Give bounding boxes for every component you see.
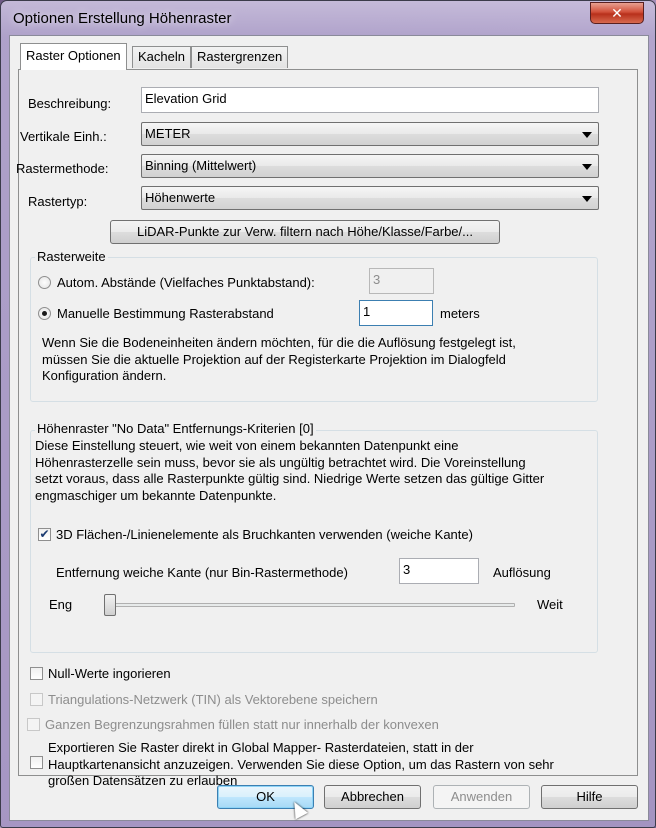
dialog-client-area: Raster Optionen Kacheln Rastergrenzen Be… [9,35,649,821]
manual-spacing-label: Manuelle Bestimmung Rasterabstand [57,306,274,321]
chevron-down-icon [582,196,592,202]
vertical-units-value: METER [145,126,191,141]
vertical-units-label: Vertikale Einh.: [20,129,107,144]
auto-spacing-input[interactable]: 3 [369,268,434,294]
tab-tiles[interactable]: Kacheln [132,46,191,68]
slider-min-label: Eng [49,597,73,612]
fill-bounds-label: Ganzen Begrenzungsrahmen füllen statt nu… [45,717,439,732]
window-title: Optionen Erstellung Höhenraster [13,10,232,27]
fill-bounds-checkbox[interactable] [27,718,40,731]
null-values-label: Null-Werte ingorieren [48,666,171,681]
close-icon: ✕ [611,5,623,21]
grid-type-value: Höhenwerte [145,190,216,205]
tab-raster-options[interactable]: Raster Optionen [20,43,127,70]
grid-method-value: Binning (Mittelwert) [145,158,257,173]
manual-spacing-input[interactable]: 1 [359,300,433,326]
auto-spacing-radio[interactable] [38,276,51,289]
grid-type-label: Rastertyp: [28,194,88,209]
soft-edge-unit-label: Auflösung [493,565,551,580]
tab-panel: Beschreibung: Elevation Grid Vertikale E… [16,69,638,788]
spacing-unit-label: meters [440,306,480,321]
soft-edge-label: Entfernung weiche Kante (nur Bin-Rasterm… [56,565,348,580]
vertical-units-select[interactable]: METER [141,122,599,146]
grid-method-select[interactable]: Binning (Mittelwert) [141,154,599,178]
null-values-checkbox[interactable] [30,667,43,680]
chevron-down-icon [582,164,592,170]
description-label: Beschreibung: [28,96,112,111]
grid-method-label: Rastermethode: [16,161,109,176]
lidar-filter-button[interactable]: LiDAR-Punkte zur Verw. filtern nach Höhe… [110,220,500,244]
grid-type-select[interactable]: Höhenwerte [141,186,599,210]
tin-checkbox[interactable] [30,693,43,706]
soft-edge-slider-track[interactable] [104,603,515,607]
export-direct-label: Exportieren Sie Raster direkt in Global … [48,740,554,788]
close-button[interactable]: ✕ [590,2,644,24]
chevron-down-icon [582,132,592,138]
breakline-label: 3D Flächen-/Linienelemente als Bruchkant… [56,527,473,542]
nodata-description: Diese Einstellung steuert, wie weit von … [35,438,545,503]
slider-max-label: Weit [537,597,563,612]
manual-spacing-radio[interactable] [38,307,51,320]
soft-edge-input[interactable]: 3 [399,558,479,584]
tab-grid-bounds[interactable]: Rastergrenzen [191,46,289,68]
soft-edge-slider-thumb[interactable] [104,594,116,616]
export-direct-checkbox[interactable] [30,756,43,769]
dialog-window: Optionen Erstellung Höhenraster ✕ Raster… [0,0,656,828]
nodata-group-title: Höhenraster "No Data" Entfernungs-Kriter… [35,421,316,436]
spacing-group-title: Rasterweite [35,249,108,264]
description-input[interactable]: Elevation Grid [141,87,599,113]
tin-label: Triangulations-Netzwerk (TIN) als Vektor… [48,692,378,707]
breakline-checkbox[interactable]: ✔ [38,528,51,541]
auto-spacing-label: Autom. Abstände (Vielfaches Punktabstand… [57,275,315,290]
spacing-note: Wenn Sie die Bodeneinheiten ändern möcht… [42,335,516,383]
